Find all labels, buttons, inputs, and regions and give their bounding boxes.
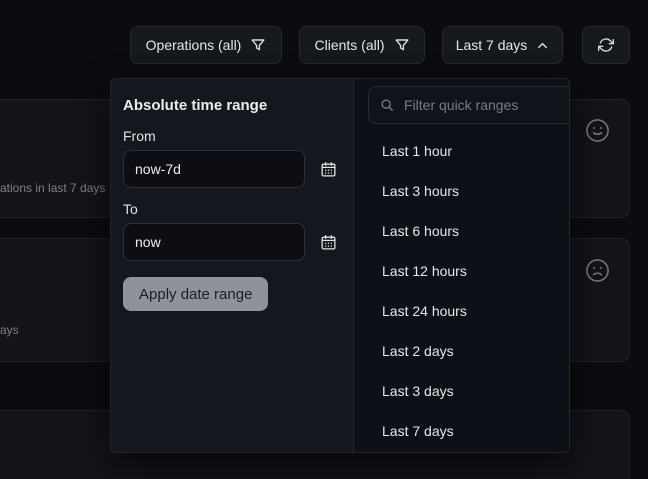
absolute-time-range-title: Absolute time range [123, 97, 339, 115]
quick-ranges-filter-input[interactable] [402, 96, 570, 114]
operations-filter-label: Operations (all) [146, 37, 242, 53]
card-subtitle-fragment: ays [0, 323, 19, 337]
quick-ranges-search[interactable] [368, 86, 570, 124]
to-label: To [123, 201, 339, 217]
operations-filter-button[interactable]: Operations (all) [130, 26, 282, 64]
to-input[interactable] [123, 223, 305, 261]
quick-range-item[interactable]: Last 1 hour [368, 131, 570, 171]
time-picker-panel: Absolute time range From [110, 78, 570, 453]
refresh-button[interactable] [582, 26, 630, 64]
refresh-icon [598, 37, 614, 53]
quick-range-item[interactable]: Last 24 hours [368, 291, 570, 331]
app-screen: ations in last 7 days ays Operations (al… [0, 0, 648, 479]
absolute-time-range-section: Absolute time range From [111, 79, 353, 452]
quick-range-item[interactable]: Last 7 days [368, 411, 570, 451]
filter-icon [394, 37, 410, 53]
card-subtitle-fragment: ations in last 7 days [0, 181, 105, 195]
to-calendar-button[interactable] [319, 233, 337, 251]
sad-face-icon [584, 257, 611, 284]
calendar-icon [320, 161, 337, 178]
filter-icon [250, 37, 266, 53]
happy-face-icon [584, 117, 611, 144]
from-calendar-button[interactable] [319, 160, 337, 178]
quick-range-item[interactable]: Last 6 hours [368, 211, 570, 251]
quick-range-item[interactable]: Last 3 hours [368, 171, 570, 211]
quick-ranges-list: Last 1 hourLast 3 hoursLast 6 hoursLast … [368, 131, 570, 451]
from-input[interactable] [123, 150, 305, 188]
time-range-label: Last 7 days [456, 37, 528, 53]
clients-filter-label: Clients (all) [314, 37, 384, 53]
quick-range-item[interactable]: Last 12 hours [368, 251, 570, 291]
clients-filter-button[interactable]: Clients (all) [299, 26, 425, 64]
from-label: From [123, 128, 339, 144]
time-range-button[interactable]: Last 7 days [442, 26, 563, 64]
calendar-icon [320, 234, 337, 251]
chevron-up-icon [536, 39, 549, 52]
quick-range-item[interactable]: Last 3 days [368, 371, 570, 411]
search-icon [380, 98, 394, 112]
quick-ranges-section: Last 1 hourLast 3 hoursLast 6 hoursLast … [353, 79, 570, 452]
apply-date-range-button[interactable]: Apply date range [123, 277, 268, 311]
quick-range-item[interactable]: Last 2 days [368, 331, 570, 371]
